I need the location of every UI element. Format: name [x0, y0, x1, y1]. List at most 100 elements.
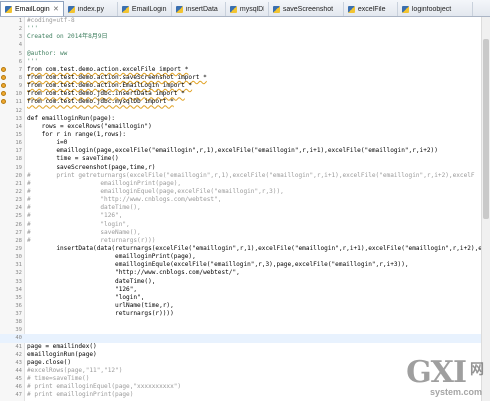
code-line: 4 [0, 41, 482, 49]
code-line: 11 from com.test.demo.jdbc.mysqlDb import… [0, 98, 482, 106]
site-watermark: GXI 网 system.com [380, 355, 484, 397]
python-file-icon [121, 5, 129, 13]
code-line: 29 insertData(data(returnargs(excelFile(… [0, 245, 490, 253]
tab-savescreenshot[interactable]: saveScreenshot [269, 2, 344, 16]
tab-excelfile[interactable]: excelFile [344, 2, 398, 16]
code-text: from com.test.demo.action.excelFile impo… [27, 65, 189, 73]
line-number: 32 [15, 270, 22, 277]
vertical-scrollbar[interactable] [481, 17, 490, 401]
code-line: 40 [0, 334, 482, 343]
tab-emaillogin[interactable]: EmailLogin [118, 2, 172, 16]
tab-insertdata[interactable]: insertData [172, 2, 226, 16]
code-line: 26 # "login", [0, 221, 482, 229]
python-file-icon [401, 5, 409, 13]
code-line: 37 returnargs(r)))) [0, 310, 482, 318]
code-line: 20 # print getreturnargs(excelFile("email… [0, 172, 482, 180]
code-line: 16 i=0 [0, 139, 482, 147]
line-number: 30 [15, 254, 22, 261]
line-number: 40 [15, 335, 22, 342]
code-line: 14 rows = excelRows("emaillogin") [0, 123, 482, 131]
scrollbar-thumb[interactable] [483, 39, 489, 219]
code-text: #coding=utf-8 [27, 17, 75, 24]
code-line: 38 [0, 318, 482, 326]
python-file-icon [67, 5, 75, 13]
code-text: "http://www.cnblogs.com/webtest/", [27, 269, 240, 277]
code-line: 28 # returnargs(r))) [0, 237, 482, 245]
code-text: "login", [27, 293, 145, 301]
python-file-icon [347, 5, 355, 13]
code-line: 5 @author: ww [0, 50, 482, 58]
line-number: 21 [15, 180, 22, 187]
tab-label: EmailLogin [131, 5, 167, 13]
editor-tab-bar: EmailLoginRun✕ index.py EmailLogin insertDa… [0, 0, 490, 17]
tab-label: mysqlDb [239, 5, 264, 13]
code-text: # "126", [27, 212, 123, 220]
code-line: 6 ''' [0, 58, 482, 66]
line-number: 41 [15, 343, 22, 350]
code-text: urlName(time,r), [27, 301, 174, 309]
code-editor[interactable]: 1 #coding=utf-8 2 ''' 3 Created on 2014年8月9日 4… [0, 17, 490, 401]
line-number: 4 [18, 42, 22, 49]
code-line: 23 # "http://www.cnblogs.com/webtest", [0, 196, 482, 204]
code-line: 34 "126", [0, 286, 482, 294]
line-number: 42 [15, 351, 22, 358]
close-tab-icon[interactable]: ✕ [53, 5, 59, 13]
watermark-domain: system.com [429, 387, 482, 397]
code-text: ''' [27, 57, 39, 65]
code-text: from com.test.demo.action.saveScreenshot… [27, 73, 207, 81]
line-number: 3 [18, 34, 22, 41]
code-text: # time=saveTime() [27, 375, 90, 383]
code-text: # dateTime(), [27, 204, 141, 212]
code-text: # print emailloginPrint(page) [27, 391, 134, 399]
code-text: for r in range(1,rows): [27, 130, 127, 138]
code-text: insertData(data(returnargs(excelFile("em… [27, 244, 490, 252]
code-text: # returnargs(r))) [27, 236, 156, 244]
tab-label: index.py [77, 5, 104, 13]
line-number: 38 [15, 319, 22, 326]
code-text: # "http://www.cnblogs.com/webtest", [27, 196, 222, 204]
code-text: #excelRows(page,"11","12") [27, 367, 123, 375]
line-number: 46 [15, 384, 22, 391]
warning-icon[interactable] [1, 66, 6, 72]
line-number: 33 [15, 278, 22, 285]
line-number: 35 [15, 294, 22, 301]
tab-mysqldb[interactable]: mysqlDb [226, 2, 269, 16]
line-number: 39 [15, 327, 22, 334]
line-number: 1 [18, 18, 22, 24]
tab-label: loginfoobject [411, 5, 452, 13]
warning-icon[interactable] [1, 91, 6, 97]
code-line: 18 time = saveTime() [0, 155, 482, 163]
warning-icon[interactable] [1, 83, 6, 89]
code-text: # print emailloginEquel(page,"xxxxxxxxxx… [27, 383, 182, 391]
code-text: # print getreturnargs(excelFile("emaillo… [27, 171, 475, 179]
line-number: 27 [15, 229, 22, 236]
tab-emailloginrun[interactable]: EmailLoginRun✕ [0, 1, 64, 16]
code-text: @author: ww [27, 49, 68, 57]
code-text: i=0 [27, 139, 68, 147]
code-line: 1 #coding=utf-8 [0, 17, 482, 25]
code-text: page.close() [27, 358, 72, 366]
warning-icon[interactable] [1, 74, 6, 80]
warning-icon[interactable] [1, 99, 6, 105]
code-line: 9 from com.test.demo.action.EmailLogin im… [0, 82, 482, 90]
line-number: 18 [15, 156, 22, 163]
code-line: 24 # dateTime(), [0, 204, 482, 212]
code-line: 27 # saveName(), [0, 229, 482, 237]
line-number: 7 [18, 66, 22, 73]
line-number: 28 [15, 237, 22, 244]
line-number: 19 [15, 164, 22, 171]
tab-index-py[interactable]: index.py [64, 2, 118, 16]
code-text: dateTime(), [27, 277, 156, 285]
code-text: emailloginRun(page) [27, 350, 97, 358]
line-number: 45 [15, 376, 22, 383]
tab-label: saveScreenshot [282, 5, 334, 13]
line-number: 15 [15, 131, 22, 138]
watermark-logo: GXI [406, 355, 467, 390]
tab-label: insertData [185, 5, 218, 13]
code-text: "126", [27, 285, 138, 293]
line-number: 36 [15, 302, 22, 309]
code-line: 3 Created on 2014年8月9日 [0, 33, 482, 41]
tab-loginfoobject[interactable]: loginfoobject [398, 2, 473, 16]
line-number: 37 [15, 311, 22, 318]
code-line: 21 # emailloginPrint(page), [0, 180, 482, 188]
